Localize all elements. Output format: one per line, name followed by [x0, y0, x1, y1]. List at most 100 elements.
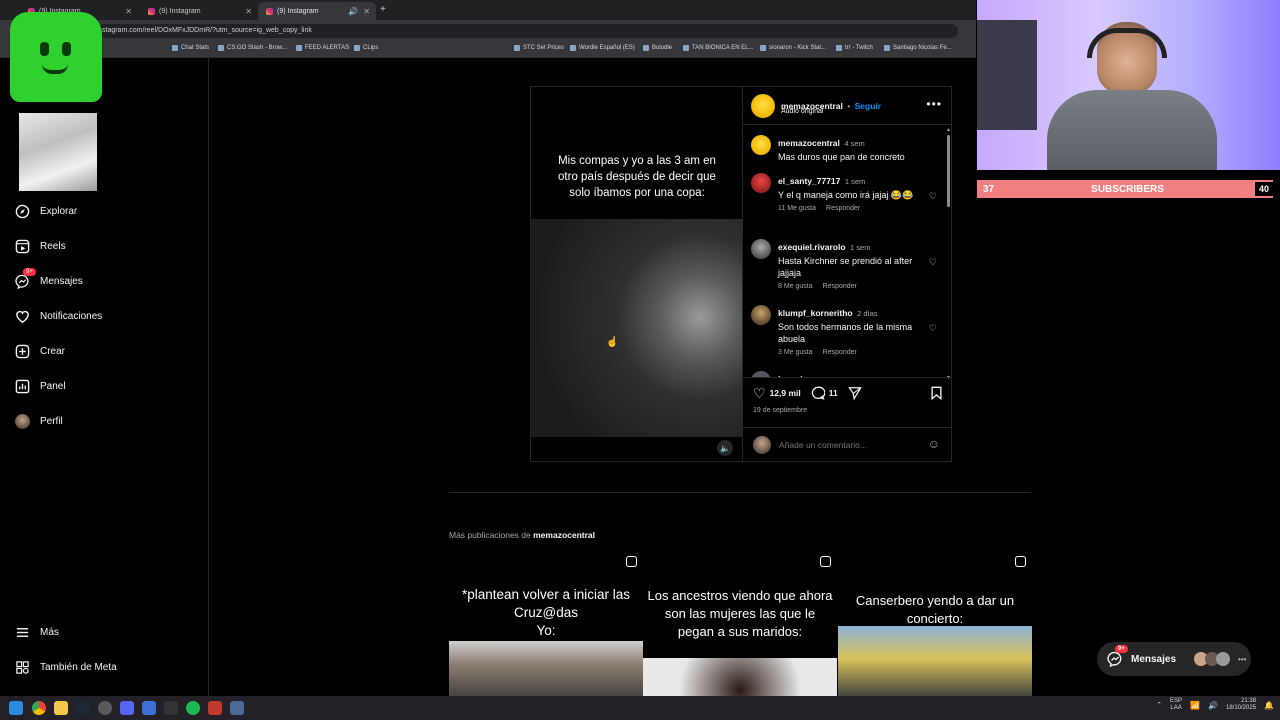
url-field[interactable]: stagram.com/reel/DOxMFxJDDmR/?utm_source… [98, 24, 958, 38]
avatar[interactable] [751, 239, 771, 259]
reel-media[interactable]: Mis compas y yo a las 3 am en otro país … [531, 87, 742, 461]
file-explorer-icon[interactable] [54, 701, 68, 715]
avatar[interactable] [751, 305, 771, 325]
sidebar-item-panel[interactable]: Panel [14, 375, 66, 397]
spotify-icon[interactable] [186, 701, 200, 715]
bookmark-item[interactable]: Wordle Español (ES) [570, 45, 635, 51]
more-posts-username[interactable]: memazocentral [533, 530, 595, 540]
likes-count[interactable]: 12,9 mil [770, 388, 801, 398]
comment-username[interactable]: klumpf_korneritho [778, 308, 853, 318]
discord-icon[interactable] [120, 701, 134, 715]
bookmark-label: FEED ALERTAS [305, 45, 350, 51]
browser-tab[interactable]: (9) Instagram ✕ [140, 2, 258, 20]
comment-icon[interactable] [811, 386, 825, 400]
subs-label: SUBSCRIBERS [1091, 183, 1164, 195]
scroll-up-icon[interactable]: ▲ [946, 127, 951, 133]
clock[interactable]: 21:38 18/10/2025 [1226, 698, 1256, 712]
scroll-thumb[interactable] [947, 135, 950, 207]
volume-icon[interactable]: 🔊 [1208, 701, 1218, 710]
sidebar-item-mas[interactable]: Más [14, 621, 59, 643]
bookmark-icon [354, 45, 360, 51]
comments-scrollbar[interactable]: ▲ ▼ [946, 127, 951, 381]
bookmark-item[interactable]: sionaron - Kick Stat... [760, 45, 826, 51]
app-icon[interactable] [142, 701, 156, 715]
streamer-body [1047, 90, 1217, 170]
wolf-image-overlay [19, 113, 97, 191]
messages-pill[interactable]: 9+ Mensajes ••• [1097, 642, 1251, 676]
obs-icon[interactable] [98, 701, 112, 715]
comment-username[interactable]: exequiel.rivarolo [778, 242, 846, 252]
bookmark-item[interactable]: STC Set Prices [514, 45, 564, 51]
chart-icon [14, 378, 30, 394]
comment-input[interactable] [779, 437, 919, 453]
chrome-icon[interactable] [32, 701, 46, 715]
more-post-thumbnail[interactable]: Canserbero yendo a dar un concierto: [838, 553, 1032, 696]
bookmark-item[interactable]: Santiago Nicolas Fe... [884, 45, 952, 51]
bookmark-item[interactable]: TAN BIONICA EN EL... [683, 45, 754, 51]
sidebar-item-perfil[interactable]: Perfil [14, 410, 63, 432]
share-icon[interactable] [847, 386, 862, 400]
scroll-down-icon[interactable]: ▼ [946, 375, 951, 381]
steam-icon[interactable] [76, 701, 90, 715]
avatar[interactable] [751, 135, 771, 155]
comment-likes[interactable]: 11 Me gusta [778, 205, 816, 212]
sidebar-item-explorar[interactable]: Explorar [14, 200, 77, 222]
app-icon[interactable] [230, 701, 244, 715]
reel-video[interactable]: ☝ [531, 219, 742, 437]
tab-label: (9) Instagram [277, 7, 319, 15]
sidebar-item-notificaciones[interactable]: Notificaciones [14, 305, 102, 327]
wifi-icon[interactable]: 📶 [1190, 701, 1200, 710]
like-heart-icon[interactable]: ♡ [929, 191, 937, 202]
reel-icon [626, 556, 637, 567]
speaker-icon[interactable]: 🔊 [348, 7, 358, 16]
sidebar-item-crear[interactable]: Crear [14, 340, 65, 362]
comment-likes[interactable]: 3 Me gusta [778, 349, 813, 356]
close-icon[interactable]: ✕ [245, 7, 252, 16]
save-bookmark-icon[interactable] [930, 386, 943, 400]
reply-button[interactable]: Responder [823, 349, 857, 356]
more-post-thumbnail[interactable]: Los ancestros viendo que ahora son las m… [643, 553, 837, 696]
comment-likes[interactable]: 8 Me gusta [778, 283, 813, 290]
emoji-icon[interactable]: ☺ [928, 437, 940, 451]
app-icon[interactable] [208, 701, 222, 715]
bookmark-item[interactable]: CLips [354, 45, 378, 51]
close-icon[interactable]: ✕ [125, 7, 132, 16]
menu-icon [14, 624, 30, 640]
new-tab-button[interactable]: + [380, 4, 386, 15]
like-heart-icon[interactable]: ♡ [929, 323, 937, 334]
bookmark-item[interactable]: trr - Twitch [836, 45, 873, 51]
bookmark-item[interactable]: Chat Stats [172, 45, 209, 51]
follow-button[interactable]: Seguir [855, 101, 881, 111]
mute-button[interactable]: 🔈 [717, 440, 733, 456]
avatar-stack [1194, 652, 1231, 666]
avatar[interactable] [751, 94, 775, 118]
more-options-icon[interactable]: ••• [1238, 655, 1246, 664]
bookmark-item[interactable]: Boludle [643, 45, 672, 51]
sidebar-item-meta[interactable]: También de Meta [14, 656, 117, 678]
close-icon[interactable]: ✕ [363, 7, 370, 16]
bookmark-item[interactable]: FEED ALERTAS [296, 45, 349, 51]
chevron-up-icon[interactable]: ⌃ [1156, 701, 1162, 709]
like-heart-icon[interactable]: ♡ [929, 257, 937, 268]
bookmark-item[interactable]: CS:GO Stash - Brow... [218, 45, 287, 51]
comment-username[interactable]: el_santy_77717 [778, 176, 840, 186]
more-options-icon[interactable]: ••• [926, 97, 942, 111]
language-indicator[interactable]: ESP LAA [1170, 698, 1182, 712]
divider [743, 377, 952, 378]
windows-start-icon[interactable] [9, 701, 23, 715]
like-heart-icon[interactable]: ♡ [753, 385, 766, 402]
more-post-thumbnail[interactable]: *plantean volver a iniciar las Cruz@das … [449, 553, 643, 696]
avatar[interactable] [751, 173, 771, 193]
audio-label[interactable]: Audio original [781, 108, 823, 115]
sidebar-item-reels[interactable]: Reels [14, 235, 66, 257]
browser-tab-active[interactable]: (9) Instagram 🔊 ✕ [258, 2, 376, 20]
bookmark-label: Santiago Nicolas Fe... [893, 45, 952, 51]
app-icon[interactable] [164, 701, 178, 715]
comment-username[interactable]: memazocentral [778, 138, 840, 148]
thumbnail-image [838, 626, 1032, 696]
reply-button[interactable]: Responder [826, 205, 860, 212]
thumbnail-image [643, 658, 837, 696]
reply-button[interactable]: Responder [823, 283, 857, 290]
notification-icon[interactable]: 🔔 [1264, 701, 1274, 710]
sidebar-item-mensajes[interactable]: 9+ Mensajes [14, 268, 83, 292]
